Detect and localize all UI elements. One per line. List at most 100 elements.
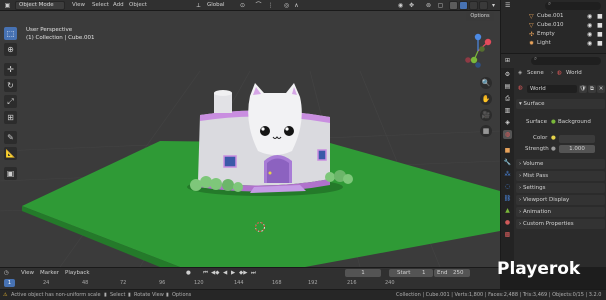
gizmo-icon[interactable]: ✥ (407, 1, 416, 10)
start-frame-field[interactable]: Start 1 (389, 269, 433, 277)
camera-icon[interactable]: ■ (597, 21, 603, 30)
world-tab-icon[interactable]: ◍ (503, 130, 512, 139)
menu-object[interactable]: Object (129, 0, 147, 11)
outliner-search-input[interactable]: ⌕ (545, 1, 601, 10)
surface-panel-label: Surface (523, 101, 545, 107)
shading-rendered-button[interactable] (479, 1, 488, 10)
mode-dropdown[interactable]: Object Mode (15, 1, 65, 10)
editor-type-icon[interactable]: ▣ (3, 1, 12, 10)
eye-icon[interactable]: ◉ (587, 30, 592, 39)
camera-icon[interactable]: ■ (597, 30, 603, 39)
panel-settings[interactable]: › Settings (516, 183, 605, 193)
proportional-edit-icon[interactable]: ◎ (282, 1, 291, 10)
view-layer-tab-icon[interactable]: ▥ (503, 106, 512, 115)
panel-viewport-display[interactable]: › Viewport Display (516, 195, 605, 205)
eye-icon[interactable]: ◉ (587, 12, 592, 21)
rotate-tool[interactable]: ↻ (4, 79, 17, 92)
menu-add[interactable]: Add (113, 0, 124, 11)
current-frame-field[interactable]: 1 (345, 269, 381, 277)
outliner-row[interactable]: ▽ Cube.010 ◉ ■ (501, 21, 606, 30)
camera-view-icon[interactable]: 🎥 (480, 109, 492, 121)
tool-tab-icon[interactable]: ⚙ (503, 70, 512, 79)
cursor-tool[interactable]: ⊕ (4, 43, 17, 56)
record-icon[interactable]: ● (186, 270, 191, 276)
menu-view[interactable]: View (72, 0, 85, 11)
shading-material-button[interactable] (469, 1, 478, 10)
properties-editor-icon[interactable]: ⊞ (505, 57, 510, 64)
playhead-frame[interactable]: 1 (4, 279, 15, 287)
zoom-icon[interactable]: 🔍 (480, 77, 492, 89)
timeline: ◷ View Marker Playback ● ⏮ ◀◆ ◀ ▶ ◆▶ ⏭ 1… (0, 267, 500, 289)
physics-tab-icon[interactable]: ◌ (503, 182, 512, 191)
measure-tool[interactable]: 📐 (4, 147, 17, 160)
play-icon[interactable]: ▶ (231, 270, 235, 276)
shading-dropdown-icon[interactable]: ▾ (489, 1, 498, 10)
camera-icon[interactable]: ■ (597, 39, 603, 48)
scale-tool[interactable]: ⤢ (4, 95, 17, 108)
3d-viewport[interactable]: User Perspective (1) Collection | Cube.0… (0, 11, 500, 267)
world-name-field[interactable]: World (527, 85, 577, 93)
output-tab-icon[interactable]: ⎙ (503, 94, 512, 103)
timeline-menu-marker[interactable]: Marker (40, 270, 59, 276)
panel-custom-properties[interactable]: › Custom Properties (516, 219, 605, 229)
duplicate-icon[interactable]: ⧉ (588, 85, 596, 93)
transform-tool[interactable]: ⊞ (4, 111, 17, 124)
jump-start-icon[interactable]: ⏮ (203, 270, 208, 277)
unlink-icon[interactable]: ✕ (597, 85, 605, 93)
falloff-icon[interactable]: ∧ (292, 1, 301, 10)
annotate-tool[interactable]: ✎ (4, 131, 17, 144)
snap-icon[interactable]: ⌒ (254, 1, 263, 10)
properties-search-input[interactable]: ⌕ (531, 56, 601, 65)
node-socket-icon: ● (551, 119, 556, 125)
play-reverse-icon[interactable]: ◀ (223, 270, 227, 276)
visibility-icon[interactable]: ◉ (396, 1, 405, 10)
timeline-editor-icon[interactable]: ◷ (4, 270, 9, 276)
pan-hand-icon[interactable]: ✋ (480, 93, 492, 105)
outliner-row[interactable]: ▽ Cube.001 ◉ ■ (501, 12, 606, 21)
particles-tab-icon[interactable]: ⁂ (503, 170, 512, 179)
shading-solid-button[interactable] (459, 1, 468, 10)
surface-value[interactable]: Background (558, 119, 591, 125)
scene-tab-icon[interactable]: ◈ (503, 118, 512, 127)
eye-icon[interactable]: ◉ (587, 21, 592, 30)
shading-wireframe-button[interactable] (449, 1, 458, 10)
strength-field[interactable]: 1.000 (559, 145, 595, 153)
outliner-row[interactable]: ✹ Light ◉ ■ (501, 39, 606, 48)
panel-animation[interactable]: › Animation (516, 207, 605, 217)
keyframe-next-icon[interactable]: ◆▶ (239, 270, 247, 276)
orientation-icon[interactable]: ⟂ (194, 1, 203, 10)
modifier-tab-icon[interactable]: 🔧 (503, 158, 512, 167)
timeline-menu-playback[interactable]: Playback (65, 270, 90, 276)
pivot-icon[interactable]: ⊙ (238, 1, 247, 10)
texture-tab-icon[interactable]: ▩ (503, 230, 512, 239)
camera-icon[interactable]: ■ (597, 12, 603, 21)
material-tab-icon[interactable]: ● (503, 218, 512, 227)
snap-target-icon[interactable]: ⋮ (266, 1, 275, 10)
strength-label: Strength (525, 146, 549, 152)
perspective-toggle-icon[interactable]: ▦ (480, 125, 492, 137)
outliner-row[interactable]: ✣ Empty ◉ ■ (501, 30, 606, 39)
end-frame-field[interactable]: End 250 (434, 269, 470, 277)
fake-user-icon[interactable]: 🛡 (579, 85, 587, 93)
constraints-tab-icon[interactable]: ⛓ (503, 194, 512, 203)
select-box-tool[interactable]: ⬚ (4, 27, 17, 40)
keyframe-prev-icon[interactable]: ◀◆ (211, 270, 219, 276)
menu-select[interactable]: Select (92, 0, 109, 11)
render-tab-icon[interactable]: ▤ (503, 82, 512, 91)
timeline-menu-view[interactable]: View (21, 270, 34, 276)
orientation-dropdown[interactable]: Global (203, 1, 235, 10)
filter-icon[interactable]: ☰ (505, 2, 510, 9)
panel-mist-pass[interactable]: › Mist Pass (516, 171, 605, 181)
surface-panel-header[interactable]: ▾ Surface (516, 99, 605, 109)
options-button[interactable]: Options (466, 12, 494, 21)
jump-end-icon[interactable]: ⏭ (251, 270, 256, 277)
object-tab-icon[interactable]: ■ (503, 146, 512, 155)
eye-icon[interactable]: ◉ (587, 39, 592, 48)
xray-icon[interactable]: ▢ (436, 1, 445, 10)
add-cube-tool[interactable]: ▣ (4, 167, 17, 180)
panel-volume[interactable]: › Volume (516, 159, 605, 169)
color-swatch[interactable] (559, 135, 595, 143)
move-tool[interactable]: ✛ (4, 63, 17, 76)
overlay-icon[interactable]: ⊚ (424, 1, 433, 10)
data-tab-icon[interactable]: ▲ (503, 206, 512, 215)
